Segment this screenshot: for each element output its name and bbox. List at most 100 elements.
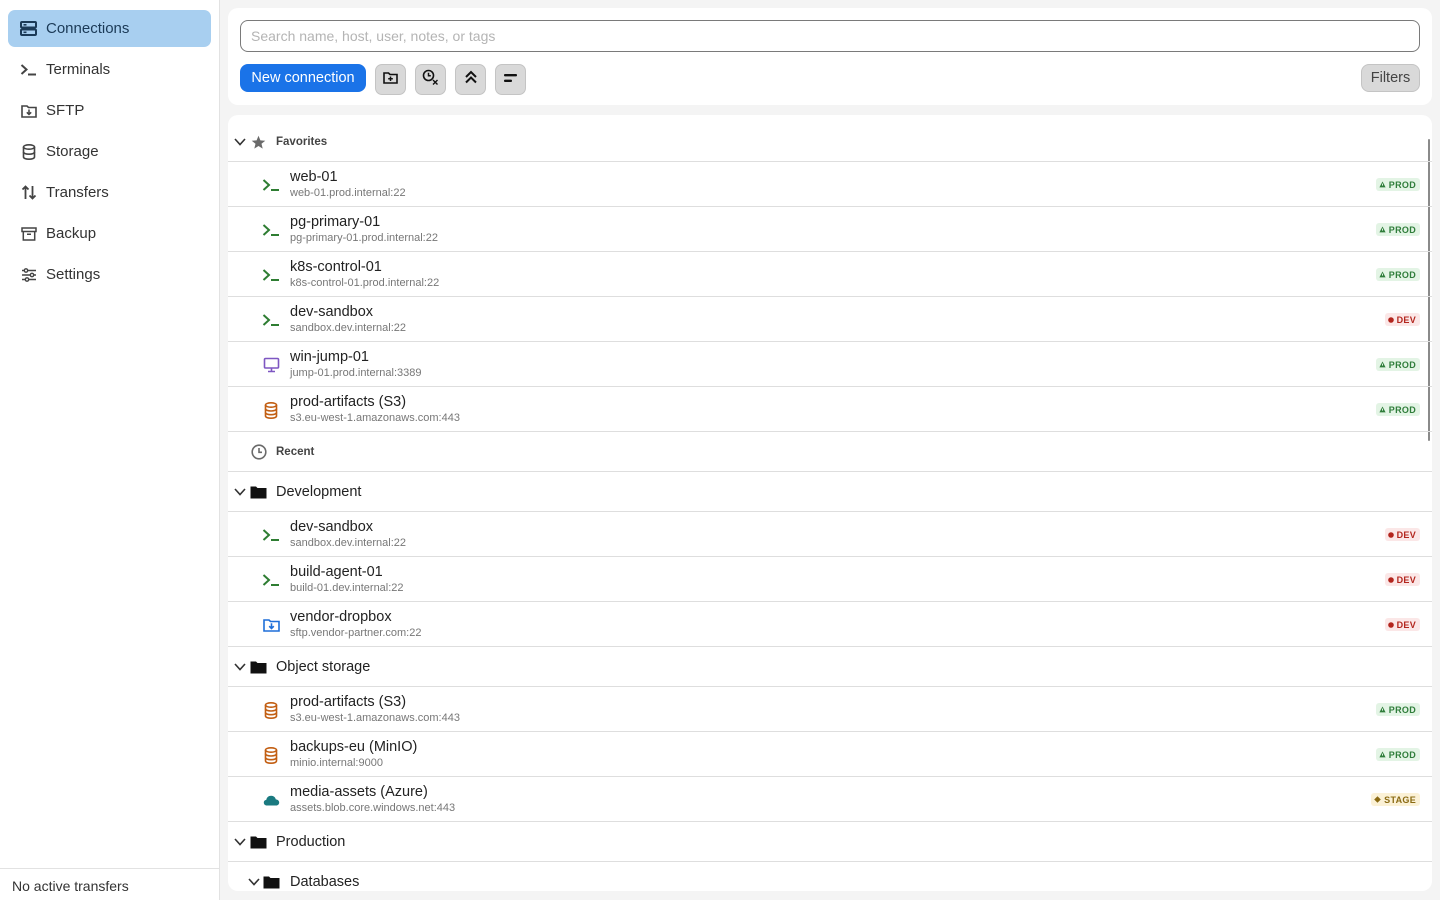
connection-name: backups-eu (MinIO): [290, 739, 418, 755]
ssh-terminal-icon: [262, 571, 280, 589]
new-folder-button[interactable]: [375, 64, 406, 95]
connection-row[interactable]: prod-artifacts (S3) s3.eu-west-1.amazonaw…: [228, 687, 1432, 732]
connection-row[interactable]: win-jump-01 jump-01.prod.internal:3389 PRO…: [228, 342, 1432, 387]
connection-row[interactable]: media-assets (Azure) assets.blob.core.win…: [228, 777, 1432, 822]
group-databases[interactable]: Databases: [228, 862, 1432, 891]
env-badge: DEV: [1384, 618, 1420, 631]
sidebar-item-sftp[interactable]: SFTP: [8, 92, 211, 129]
env-badge-label: PROD: [1388, 359, 1416, 370]
group-production[interactable]: Production: [228, 822, 1432, 862]
archive-icon: [20, 225, 37, 242]
chevron-down-icon[interactable]: [233, 135, 247, 149]
connection-row[interactable]: backups-eu (MinIO) minio.internal:9000 PRO…: [228, 732, 1432, 777]
chevron-down-icon[interactable]: [233, 660, 247, 674]
connection-host: k8s-control-01.prod.internal:22: [290, 277, 440, 289]
monitor-icon: [262, 356, 280, 374]
env-badge: PROD: [1375, 703, 1420, 716]
storage-bucket-icon: [262, 701, 280, 719]
connection-row[interactable]: web-01 web-01.prod.internal:22 PROD: [228, 162, 1432, 207]
env-badge: DEV: [1384, 528, 1420, 541]
compact-view-button[interactable]: [495, 64, 526, 95]
connection-name: k8s-control-01: [290, 259, 382, 275]
clock-icon: [250, 444, 267, 460]
connection-row[interactable]: build-agent-01 build-01.dev.internal:22 DE…: [228, 557, 1432, 602]
group-title: Object storage: [276, 659, 371, 675]
connection-host: assets.blob.core.windows.net:443: [290, 802, 456, 814]
group-recent[interactable]: Recent: [228, 432, 1432, 472]
sidebar-item-terminals[interactable]: Terminals: [8, 51, 211, 88]
env-badge-icon: [1379, 271, 1386, 278]
connection-host: sandbox.dev.internal:22: [290, 537, 406, 549]
connection-name: dev-sandbox: [290, 519, 374, 535]
env-badge: STAGE: [1371, 793, 1420, 806]
chevron-down-icon[interactable]: [247, 875, 261, 889]
env-badge-icon: [1379, 406, 1386, 413]
group-object-storage[interactable]: Object storage: [228, 647, 1432, 687]
sidebar-item-label: Transfers: [46, 184, 109, 201]
env-badge-icon: [1379, 181, 1386, 188]
env-badge: PROD: [1375, 178, 1420, 191]
sliders-icon: [20, 266, 37, 283]
sidebar-item-label: Connections: [46, 20, 130, 37]
connection-row[interactable]: pg-primary-01 pg-primary-01.prod.internal…: [228, 207, 1432, 252]
env-badge: PROD: [1375, 268, 1420, 281]
clear-recent-button[interactable]: [415, 64, 446, 95]
connection-row[interactable]: dev-sandbox sandbox.dev.internal:22 DEV: [228, 512, 1432, 557]
collapse-all-button[interactable]: [455, 64, 486, 95]
group-development[interactable]: Development: [228, 472, 1432, 512]
connection-host: pg-primary-01.prod.internal:22: [290, 232, 438, 244]
sidebar-item-label: Storage: [46, 143, 99, 160]
connection-name: web-01: [290, 169, 338, 185]
connections-icon: [20, 20, 37, 37]
folder-plus-icon: [383, 71, 398, 89]
env-badge-label: PROD: [1388, 269, 1416, 280]
connection-host: sandbox.dev.internal:22: [290, 322, 406, 334]
sftp-folder-icon: [20, 102, 37, 119]
connection-name: pg-primary-01: [290, 214, 381, 230]
env-badge: PROD: [1375, 748, 1420, 761]
chevron-down-icon[interactable]: [233, 835, 247, 849]
group-title: Recent: [276, 446, 315, 458]
ssh-terminal-icon: [262, 176, 280, 194]
connection-host: minio.internal:9000: [290, 757, 383, 769]
connection-name: prod-artifacts (S3): [290, 394, 407, 410]
env-badge-icon: [1379, 751, 1386, 758]
new-connection-button[interactable]: New connection: [240, 64, 366, 92]
connection-row[interactable]: dev-sandbox sandbox.dev.internal:22 DEV: [228, 297, 1432, 342]
ssh-terminal-icon: [262, 311, 280, 329]
sidebar-item-storage[interactable]: Storage: [8, 133, 211, 170]
sidebar-item-connections[interactable]: Connections: [8, 10, 211, 47]
group-favorites[interactable]: Favorites: [228, 122, 1432, 162]
connection-name: vendor-dropbox: [290, 609, 392, 625]
chevron-down-icon[interactable]: [233, 485, 247, 499]
ssh-terminal-icon: [262, 526, 280, 544]
sidebar-item-label: Settings: [46, 266, 101, 283]
env-badge-icon: [1387, 576, 1394, 583]
sidebar-item-backup[interactable]: Backup: [8, 215, 211, 252]
group-title: Development: [276, 484, 362, 500]
terminal-icon: [20, 61, 37, 78]
env-badge: PROD: [1375, 223, 1420, 236]
env-badge: PROD: [1375, 403, 1420, 416]
sidebar-item-label: SFTP: [46, 102, 85, 119]
connection-name: dev-sandbox: [290, 304, 374, 320]
env-badge-icon: [1379, 361, 1386, 368]
filters-button[interactable]: Filters: [1361, 64, 1420, 92]
connection-host: web-01.prod.internal:22: [290, 187, 406, 199]
env-badge: DEV: [1384, 573, 1420, 586]
search-input[interactable]: [240, 20, 1420, 52]
connection-host: build-01.dev.internal:22: [290, 582, 404, 594]
connection-row[interactable]: prod-artifacts (S3) s3.eu-west-1.amazonaw…: [228, 387, 1432, 432]
sidebar-item-label: Backup: [46, 225, 97, 242]
connection-row[interactable]: vendor-dropbox sftp.vendor-partner.com:22…: [228, 602, 1432, 647]
env-badge-icon: [1387, 531, 1394, 538]
connection-host: s3.eu-west-1.amazonaws.com:443: [290, 412, 460, 424]
transfer-arrows-icon: [20, 184, 37, 201]
cloud-icon: [262, 791, 280, 809]
sidebar-item-settings[interactable]: Settings: [8, 256, 211, 293]
sidebar-item-transfers[interactable]: Transfers: [8, 174, 211, 211]
folder-icon: [250, 659, 267, 675]
connection-row[interactable]: k8s-control-01 k8s-control-01.prod.intern…: [228, 252, 1432, 297]
env-badge-label: PROD: [1388, 749, 1416, 760]
ssh-terminal-icon: [262, 266, 280, 284]
